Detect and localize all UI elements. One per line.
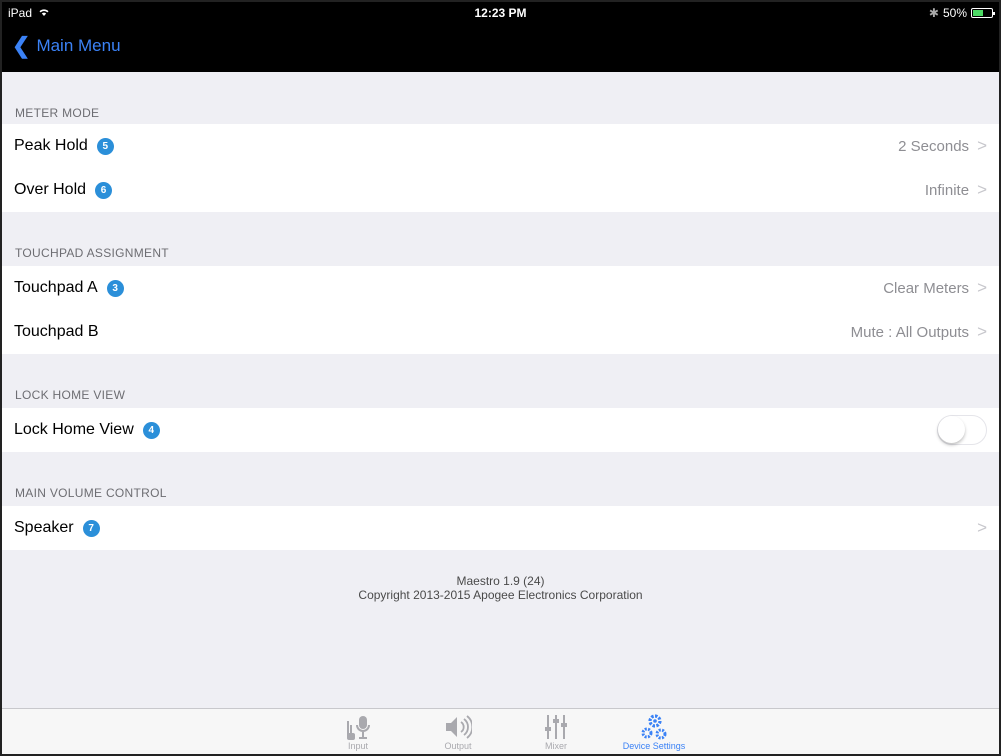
section-header-meter-mode: METER MODE (15, 106, 100, 120)
section-header-main-volume: MAIN VOLUME CONTROL (15, 486, 167, 500)
settings-content: METER MODE Peak Hold 5 2 Seconds > Over H… (2, 72, 999, 602)
group-lock-home: Lock Home View 4 (2, 408, 999, 452)
row-peak-hold[interactable]: Peak Hold 5 2 Seconds > (2, 124, 999, 168)
callout-badge: 4 (142, 421, 160, 439)
row-value: Infinite > (924, 180, 987, 199)
callout-badge: 5 (96, 137, 114, 155)
tab-label: Device Settings (622, 741, 686, 751)
back-button[interactable]: ❮ Main Menu (12, 33, 121, 58)
speaker-icon (423, 711, 493, 741)
tab-label: Input (347, 741, 369, 751)
mixer-icon (521, 711, 591, 741)
input-icon (323, 711, 393, 741)
row-over-hold[interactable]: Over Hold 6 Infinite > (2, 168, 999, 212)
row-label: Over Hold (14, 181, 87, 198)
app-footer: Maestro 1.9 (24) Copyright 2013-2015 Apo… (2, 550, 999, 602)
chevron-right-icon: > (977, 278, 987, 297)
battery-percent: 50% (942, 6, 967, 20)
app-frame: iPad 12:23 PM ✱ 50% ❮ Main Menu METER MO… (0, 0, 1001, 756)
callout-badge: 6 (95, 181, 113, 199)
tab-label: Mixer (545, 741, 567, 751)
row-label: Peak Hold (14, 137, 88, 154)
tab-input[interactable]: Input (323, 711, 393, 751)
battery-icon (971, 8, 995, 18)
status-time: 12:23 PM (474, 6, 527, 20)
group-main-volume: Speaker 7 > (2, 506, 999, 550)
back-label: Main Menu (36, 36, 121, 55)
row-speaker[interactable]: Speaker 7 > (2, 506, 999, 550)
row-label: Touchpad B (14, 323, 99, 340)
toggle-knob (938, 416, 965, 443)
tab-mixer[interactable]: Mixer (521, 711, 591, 751)
row-value: Clear Meters > (883, 278, 987, 297)
tab-label: Output (444, 741, 472, 751)
section-header-touchpad: TOUCHPAD ASSIGNMENT (15, 246, 169, 260)
row-touchpad-a[interactable]: Touchpad A 3 Clear Meters > (2, 266, 999, 310)
group-meter-mode: Peak Hold 5 2 Seconds > Over Hold 6 Infin… (2, 124, 999, 212)
gears-icon (614, 711, 694, 741)
row-value: > (969, 518, 987, 538)
chevron-left-icon: ❮ (12, 33, 31, 58)
copyright-text: Copyright 2013-2015 Apogee Electronics C… (358, 588, 643, 602)
status-right: ✱ 50% (928, 6, 995, 20)
row-value: 2 Seconds > (898, 136, 987, 155)
chevron-right-icon: > (977, 518, 987, 537)
nav-bar: ❮ Main Menu (2, 26, 999, 72)
row-label: Touchpad A (14, 279, 98, 296)
lock-home-view-toggle[interactable] (937, 415, 987, 445)
chevron-right-icon: > (977, 180, 987, 199)
tab-bar: Input Output Mixer Device Settings (2, 708, 999, 754)
chevron-right-icon: > (977, 322, 987, 341)
tab-device-settings[interactable]: Device Settings (614, 711, 694, 751)
section-header-lock-home: LOCK HOME VIEW (15, 388, 126, 402)
bluetooth-icon: ✱ (928, 6, 939, 20)
group-touchpad: Touchpad A 3 Clear Meters > Touchpad B Mu… (2, 266, 999, 354)
row-label: Speaker (14, 519, 74, 536)
row-touchpad-b[interactable]: Touchpad B Mute : All Outputs > (2, 310, 999, 354)
row-lock-home-view: Lock Home View 4 (2, 408, 999, 452)
row-label: Lock Home View (14, 421, 134, 438)
callout-badge: 3 (106, 279, 124, 297)
status-bar: iPad 12:23 PM ✱ 50% (2, 2, 999, 26)
tab-output[interactable]: Output (423, 711, 493, 751)
row-value: Mute : All Outputs > (850, 322, 987, 341)
callout-badge: 7 (82, 519, 100, 537)
version-text: Maestro 1.9 (24) (456, 574, 545, 588)
chevron-right-icon: > (977, 136, 987, 155)
